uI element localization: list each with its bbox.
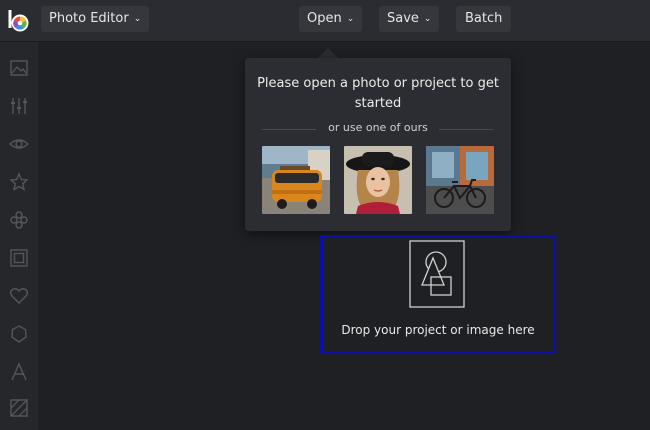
- shape-icon[interactable]: [9, 324, 29, 344]
- popover-title: Please open a photo or project to get st…: [257, 76, 499, 111]
- flower-icon[interactable]: [9, 210, 29, 230]
- chevron-down-icon: ⌄: [346, 14, 355, 24]
- sample-image-van[interactable]: [262, 146, 330, 214]
- sample-image-bicycle[interactable]: [426, 146, 494, 214]
- tool-sidebar: [0, 42, 38, 430]
- chevron-down-icon: ⌄: [133, 14, 142, 24]
- batch-button[interactable]: Batch: [456, 6, 512, 32]
- drop-zone-label: Drop your project or image here: [341, 323, 535, 337]
- popover-subtitle: or use one of ours: [328, 121, 428, 134]
- top-bar: Photo Editor ⌄ Open ⌄ Save ⌄ Batch: [0, 0, 650, 42]
- open-popover: Please open a photo or project to get st…: [245, 58, 511, 231]
- app-menu-button[interactable]: Photo Editor ⌄: [41, 6, 150, 32]
- save-button[interactable]: Save ⌄: [379, 6, 440, 32]
- app-logo-icon[interactable]: [7, 8, 31, 32]
- star-icon[interactable]: [9, 172, 29, 192]
- app-menu-label: Photo Editor: [49, 11, 129, 26]
- open-button[interactable]: Open ⌄: [299, 6, 363, 32]
- chevron-down-icon: ⌄: [423, 14, 432, 24]
- image-icon[interactable]: [9, 58, 29, 78]
- adjust-sliders-icon[interactable]: [9, 96, 29, 116]
- popover-arrow: [318, 48, 338, 58]
- frame-icon[interactable]: [9, 248, 29, 268]
- batch-label: Batch: [465, 11, 503, 26]
- save-label: Save: [387, 11, 419, 26]
- text-icon[interactable]: [9, 362, 29, 382]
- drop-zone[interactable]: Drop your project or image here: [320, 235, 556, 354]
- sample-image-portrait[interactable]: [344, 146, 412, 214]
- shapes-file-icon: [409, 240, 465, 308]
- divider: [439, 129, 493, 130]
- heart-icon[interactable]: [9, 286, 29, 306]
- open-label: Open: [307, 11, 342, 26]
- eye-icon[interactable]: [8, 134, 30, 154]
- texture-icon[interactable]: [9, 398, 29, 418]
